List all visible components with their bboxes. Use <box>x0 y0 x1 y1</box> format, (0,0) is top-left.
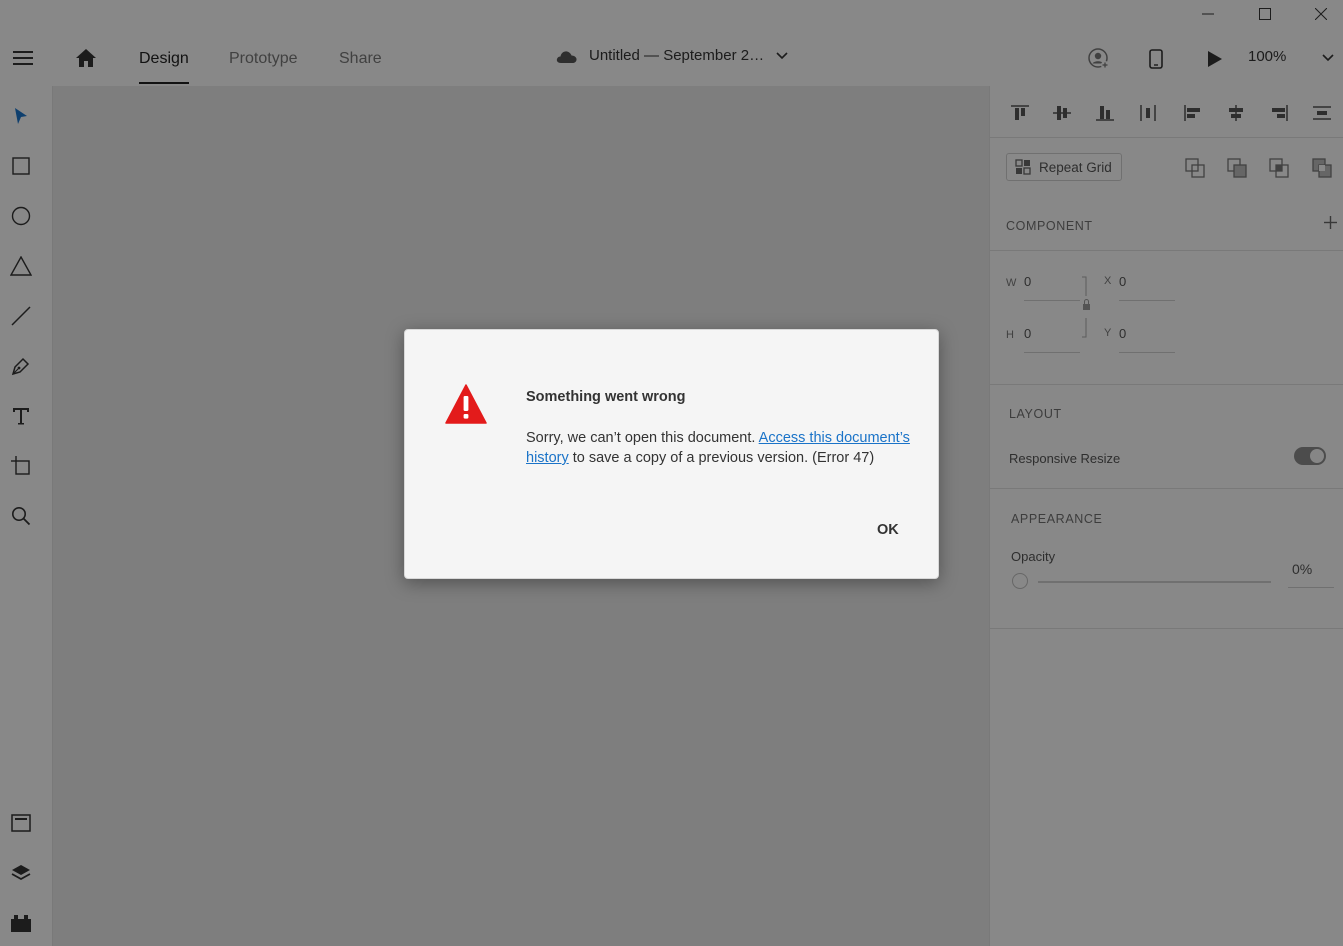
dialog-message: Sorry, we can’t open this document. Acce… <box>526 430 910 466</box>
error-warning-icon <box>445 384 487 424</box>
error-dialog: Something went wrong Sorry, we can’t ope… <box>404 329 939 579</box>
dialog-title: Something went wrong <box>526 389 686 405</box>
ok-button[interactable]: OK <box>873 520 903 540</box>
